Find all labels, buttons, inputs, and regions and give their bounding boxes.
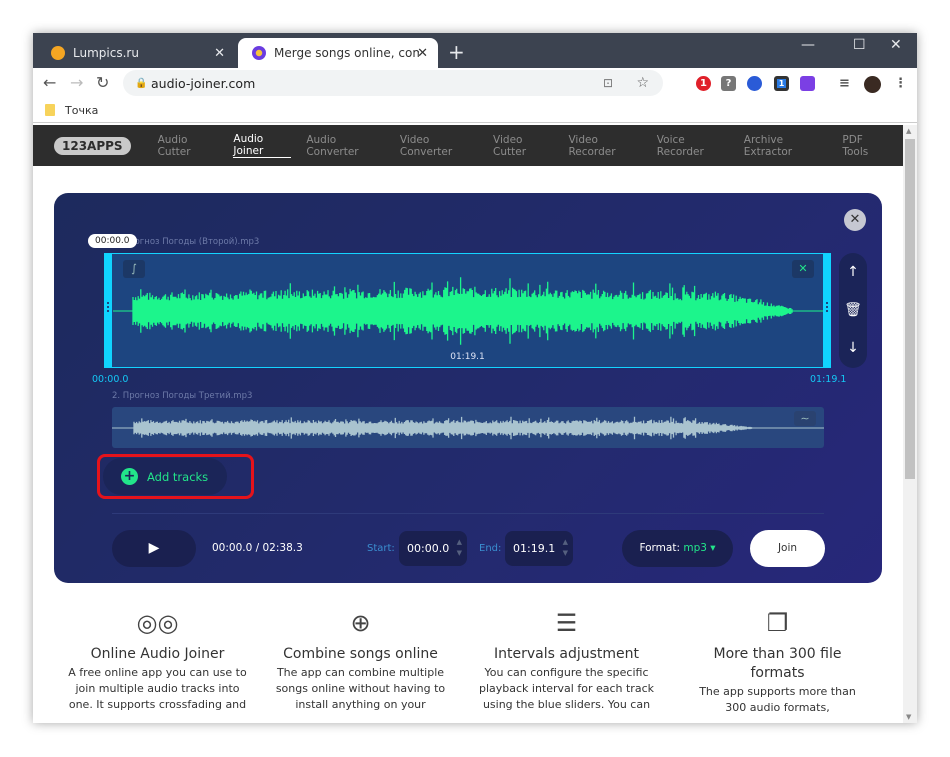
tab-lumpics[interactable]: Lumpics.ru ✕ [37,38,235,68]
track-duration: 01:19.1 [450,352,485,362]
folder-icon [45,104,55,116]
position-tooltip: 00:00.0 [88,234,137,248]
back-button[interactable]: ← [43,73,56,92]
browser-toolbar: ← → ↻ 🔒 audio-joiner.com ⊡ ☆ 1 ? 1 ≡ ⋮ [33,68,917,98]
format-select[interactable]: Format: mp3 ▾ [622,530,733,567]
stepper-icon: ▲ ▼ [456,538,462,557]
track-actions: ↑ 🗑 ↓ [839,253,867,368]
start-label: Start: [367,543,395,554]
close-window-button[interactable]: ✕ [890,37,902,53]
highlight-annotation [97,454,254,499]
tab-title: Merge songs online, combine mp [274,46,419,60]
lock-icon: 🔒 [135,77,148,89]
nav-video-cutter[interactable]: Video Cutter [493,134,553,158]
end-time-label: 01:19.1 [810,374,847,385]
feature-intervals: ☰ Intervals adjustment You can configure t… [474,607,659,713]
bookmark-tochka[interactable]: Точка [65,104,98,117]
nav-pdf-tools[interactable]: PDF Tools [842,134,888,158]
track-2-waveform [112,416,824,440]
close-icon[interactable]: ✕ [844,209,866,231]
extension-help-icon[interactable]: ? [721,76,736,91]
menu-icon[interactable]: ⋮ [893,76,908,91]
nav-archive-extractor[interactable]: Archive Extractor [744,134,828,158]
close-tab-icon[interactable]: ✕ [214,46,225,61]
fade-in-icon[interactable]: ∫ [123,260,145,278]
logo[interactable]: 123APPS [54,136,131,155]
feature-online-audio-joiner: ◎◎ Online Audio Joiner A free online app y… [65,607,250,713]
nav-audio-cutter[interactable]: Audio Cutter [158,134,219,158]
start-time-label: 00:00.0 [92,374,129,385]
start-field[interactable]: 00:00.0 ▲ ▼ [399,531,467,566]
scrollbar[interactable]: ▲ ▼ [903,125,917,723]
sliders-icon: ☰ [555,609,578,637]
nav-video-recorder[interactable]: Video Recorder [568,134,641,158]
crossfade-icon[interactable]: ✕ [792,260,814,278]
format-value: mp3 [683,542,707,554]
123apps-favicon-icon [252,46,266,60]
media-control-icon[interactable]: ≡ [837,76,852,91]
feature-combine-songs: ⊕ Combine songs online The app can combine… [268,607,453,713]
extension-globe-icon[interactable] [747,76,762,91]
end-slider-handle[interactable] [823,253,831,368]
playback-time: 00:00.0 / 02:38.3 [212,542,303,554]
stepper-icon: ▲ ▼ [562,538,568,557]
nav-video-converter[interactable]: Video Converter [400,134,478,158]
track-2-name: 2. Прогноз Погоды Третий.mp3 [112,391,253,401]
divider [112,513,824,514]
files-icon: ❐ [766,609,789,637]
tab-audio-joiner[interactable]: Merge songs online, combine mp✕ [238,38,438,68]
browser-window: Lumpics.ru ✕ Merge songs online, combine … [33,33,917,723]
extension-red-icon[interactable]: 1 [696,76,711,91]
nav-voice-recorder[interactable]: Voice Recorder [657,134,729,158]
extension-cube-icon[interactable]: 1 [774,76,789,91]
reload-button[interactable]: ↻ [96,73,109,92]
bookmarks-bar: Точка [33,98,917,123]
new-tab-button[interactable]: + [448,40,465,64]
url-text: audio-joiner.com [151,75,256,91]
nav-audio-converter[interactable]: Audio Converter [306,134,385,158]
move-up-icon[interactable]: ↑ [839,253,867,291]
end-label: End: [479,543,502,554]
play-button[interactable]: ▶ [112,530,196,567]
joiner-panel: ✕ 1. Прогноз Погоды (Второй).mp3 00:00.0… [54,193,882,583]
feature-formats: ❐ More than 300 file formats The app suppo… [685,607,870,716]
maximize-button[interactable]: ☐ [853,37,866,53]
track-1[interactable]: ∫ ✕ 01:19.1 [104,253,831,368]
fade-out-icon[interactable]: ∼ [794,411,816,426]
tab-title: Lumpics.ru [73,46,139,60]
tab-bar: Lumpics.ru ✕ Merge songs online, combine … [33,33,917,68]
translate-icon[interactable]: ⊡ [603,76,613,90]
globe-icon: ⊕ [350,609,371,637]
end-field[interactable]: 01:19.1 ▲ ▼ [505,531,573,566]
delete-icon[interactable]: 🗑 [839,291,867,329]
minimize-button[interactable]: — [801,37,815,53]
join-button[interactable]: Join [750,530,825,567]
vinyl-records-icon: ◎◎ [136,609,179,637]
profile-avatar[interactable] [864,76,881,93]
move-down-icon[interactable]: ↓ [839,329,867,367]
address-bar[interactable]: 🔒 audio-joiner.com ⊡ ☆ [123,70,663,96]
nav-audio-joiner[interactable]: Audio Joiner [233,133,292,158]
close-tab-icon[interactable]: ✕ [417,46,428,61]
site-nav: 123APPS Audio Cutter Audio Joiner Audio … [33,125,903,166]
bookmark-star-icon[interactable]: ☆ [636,75,649,91]
start-slider-handle[interactable] [104,253,112,368]
lumpics-favicon-icon [51,46,65,60]
extension-ad-icon[interactable] [800,76,815,91]
forward-button[interactable]: → [70,73,83,92]
track-2[interactable]: ∼ [112,407,824,448]
